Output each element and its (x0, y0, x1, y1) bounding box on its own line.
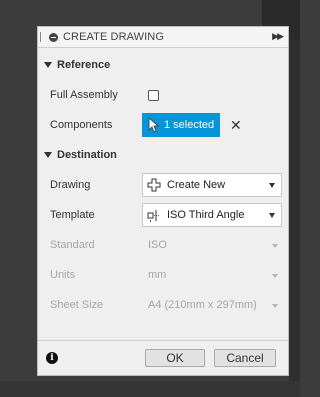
ok-button[interactable]: OK (145, 349, 205, 367)
create-drawing-dialog: CREATE DRAWING ▶▶ Reference Full Assembl… (37, 26, 289, 376)
full-assembly-checkbox[interactable] (148, 89, 159, 101)
full-assembly-label: Full Assembly (50, 89, 118, 101)
info-icon[interactable]: i (46, 352, 58, 364)
sheet-size-label: Sheet Size (50, 299, 104, 311)
sheet-size-value: A4 (210mm x 297mm) (148, 299, 257, 311)
dialog-footer: i OK Cancel (38, 340, 288, 375)
collapse-triangle-icon (44, 152, 52, 158)
drag-grip-icon[interactable] (40, 32, 43, 42)
third-angle-projection-icon (147, 210, 160, 222)
background-right-edge (289, 40, 300, 397)
chevron-down-icon (272, 274, 278, 278)
dialog-collapse-icon[interactable] (49, 32, 58, 42)
template-select-value: ISO Third Angle (167, 209, 245, 221)
chevron-down-icon (269, 183, 275, 188)
standard-row: Standard ISO (50, 235, 280, 255)
units-value: mm (148, 269, 167, 281)
chevron-down-icon (272, 304, 278, 308)
chevron-down-icon (269, 213, 275, 218)
reference-header-label: Reference (57, 59, 111, 71)
components-row: Components 1 selected ✕ (50, 113, 280, 137)
drawing-label: Drawing (50, 179, 91, 191)
destination-section-header[interactable]: Destination (44, 147, 117, 163)
components-selection-button[interactable]: 1 selected (142, 113, 220, 137)
chevron-down-icon (272, 244, 278, 248)
cancel-button[interactable]: Cancel (214, 349, 276, 367)
drawing-row: Drawing Create New (50, 173, 282, 197)
background-bottom-edge (0, 381, 300, 397)
standard-label: Standard (50, 239, 95, 251)
expand-arrows-icon[interactable]: ▶▶ (272, 31, 284, 42)
sheet-size-row: Sheet Size A4 (210mm x 297mm) (50, 295, 280, 315)
components-label: Components (50, 119, 113, 131)
dialog-titlebar[interactable]: CREATE DRAWING ▶▶ (38, 27, 288, 48)
drawing-select-value: Create New (167, 179, 226, 191)
drawing-select[interactable]: Create New (142, 173, 282, 197)
pointer-cursor-icon (148, 117, 160, 133)
reference-section-header[interactable]: Reference (44, 57, 110, 73)
dialog-title: CREATE DRAWING (63, 31, 165, 43)
template-select[interactable]: ISO Third Angle (142, 203, 282, 227)
create-new-icon (147, 178, 161, 192)
units-label: Units (50, 269, 76, 281)
standard-value: ISO (148, 239, 167, 251)
clear-selection-icon[interactable]: ✕ (230, 117, 242, 134)
collapse-triangle-icon (44, 62, 52, 68)
full-assembly-row: Full Assembly (50, 85, 280, 105)
template-row: Template ISO Third Angle (50, 203, 282, 227)
units-row: Units mm (50, 265, 280, 285)
destination-header-label: Destination (57, 149, 117, 161)
components-selected-count: 1 selected (164, 119, 215, 131)
template-label: Template (50, 209, 95, 221)
